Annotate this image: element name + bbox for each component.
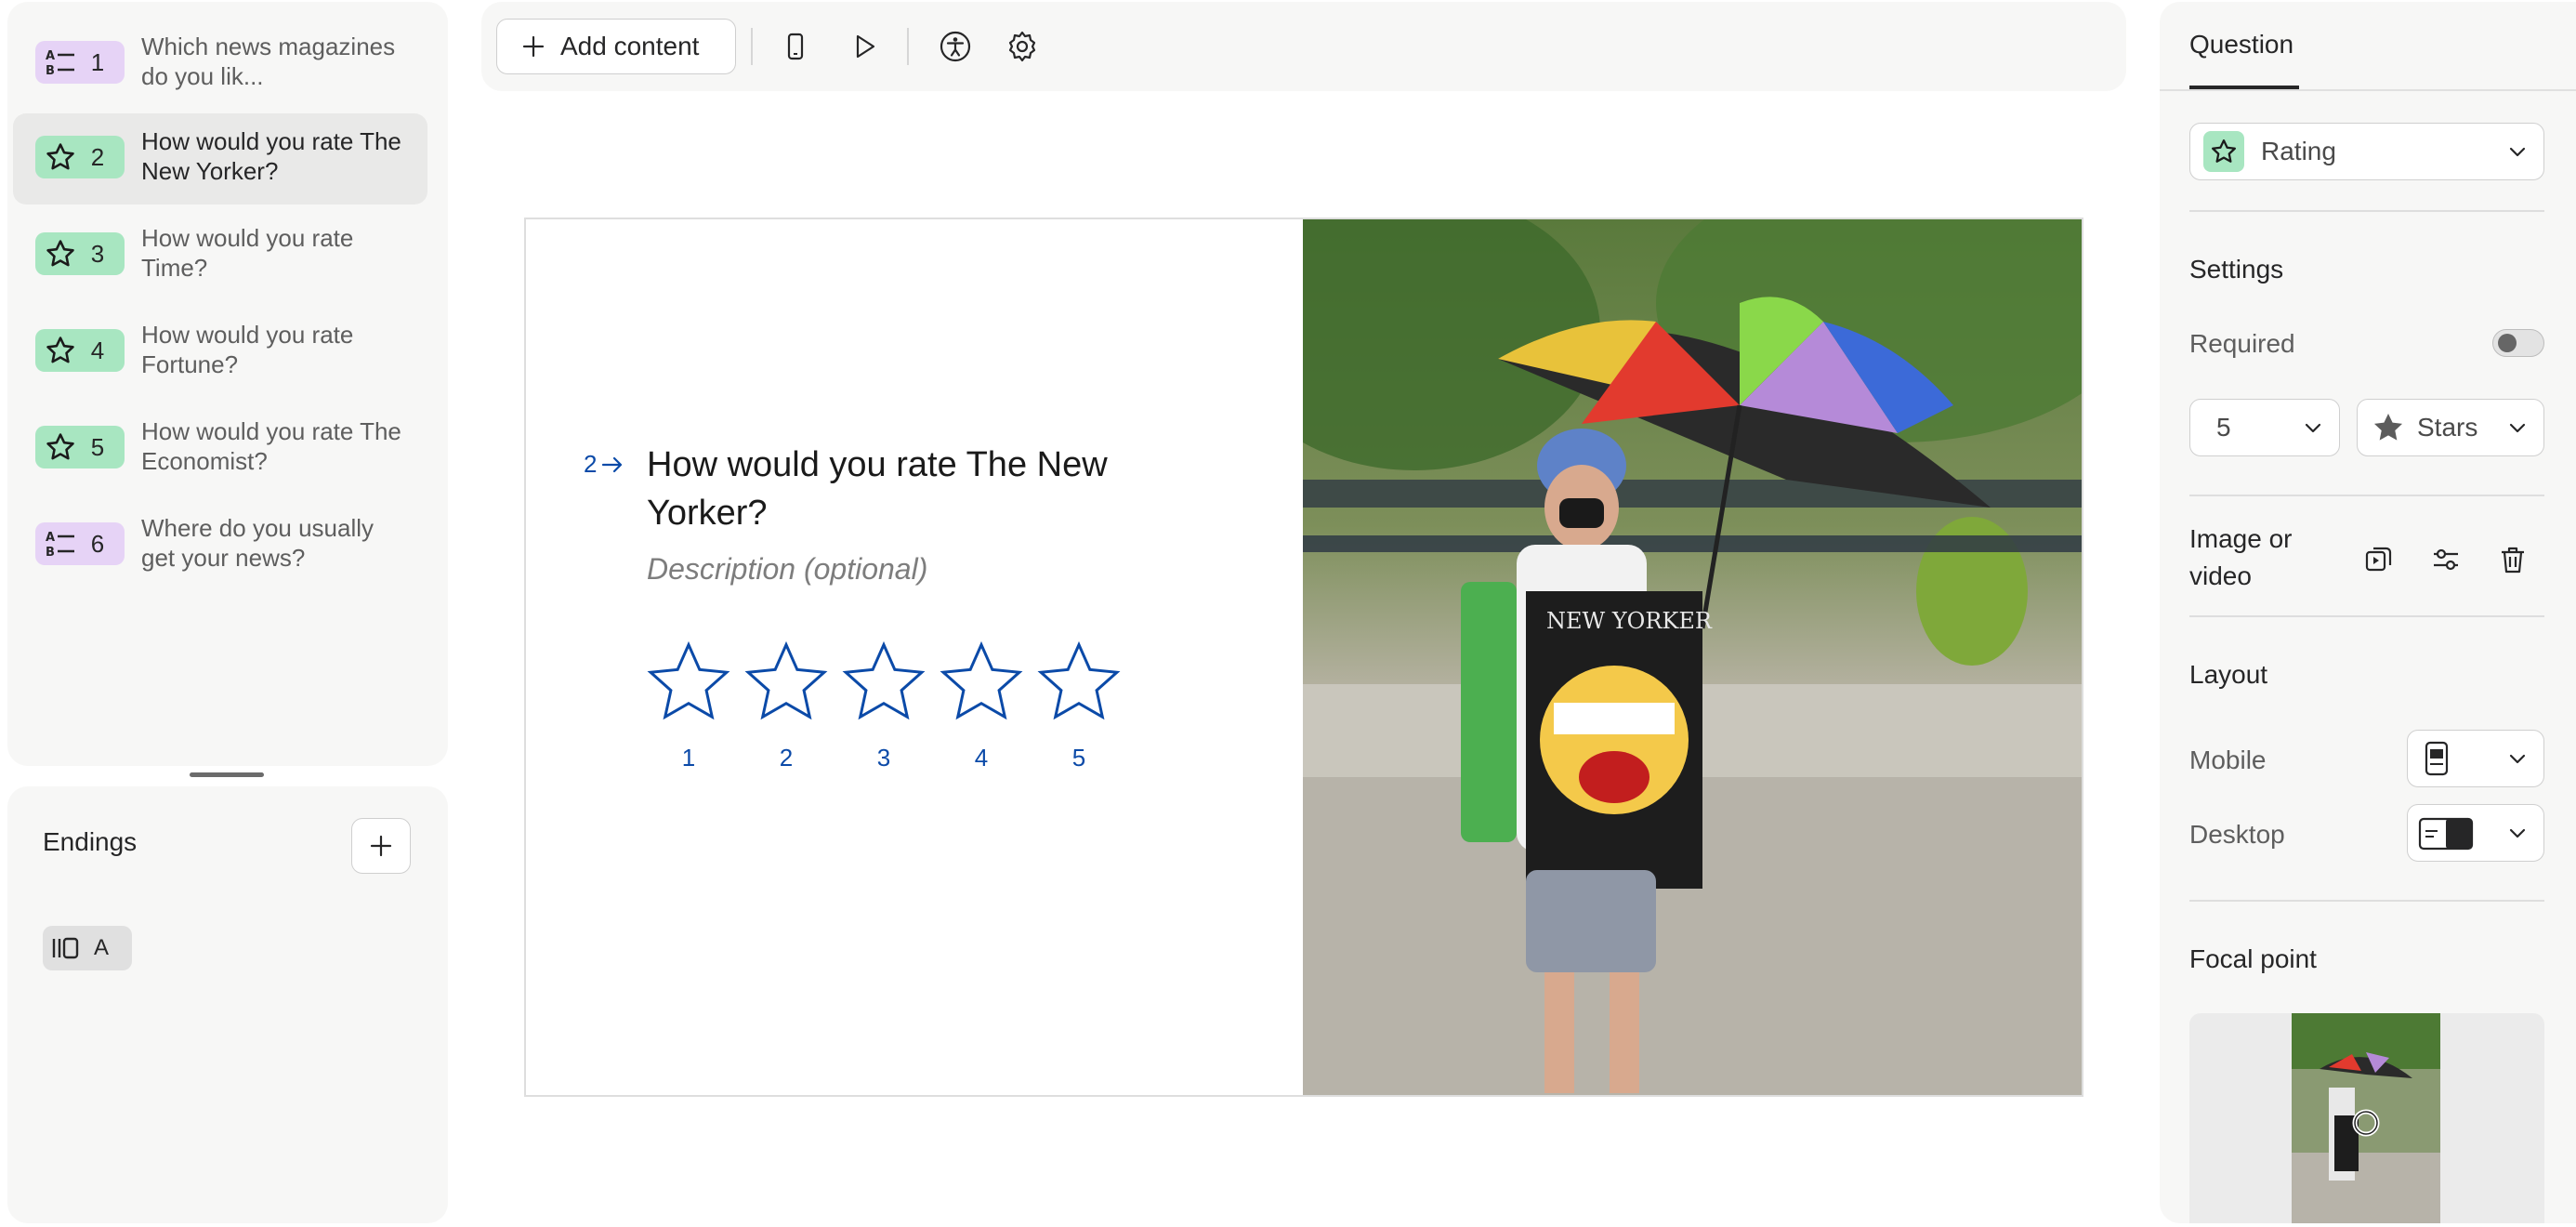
question-item-4[interactable]: 4 How would you rate Fortune? xyxy=(13,307,427,398)
add-content-button[interactable]: Add content xyxy=(496,19,736,74)
accessibility-icon[interactable] xyxy=(933,24,978,69)
question-item-text: How would you rate The Economist? xyxy=(141,417,401,475)
star-icon xyxy=(43,333,78,368)
arrow-right-icon xyxy=(602,456,623,472)
adjust-media-icon[interactable] xyxy=(2424,537,2468,582)
question-badge: 5 xyxy=(35,426,125,468)
rating-star-5[interactable] xyxy=(1035,640,1123,727)
divider xyxy=(2189,495,2544,496)
settings-gear-icon[interactable] xyxy=(1000,24,1045,69)
panel-resize-handle[interactable] xyxy=(190,772,264,777)
star-icon xyxy=(2203,131,2244,172)
question-item-text: How would you rate The New Yorker? xyxy=(141,127,401,185)
rating-label-4: 4 xyxy=(974,744,989,772)
focal-point-title: Focal point xyxy=(2189,944,2317,973)
divider xyxy=(2189,900,2544,902)
question-item-5[interactable]: 5 How would you rate The Economist? xyxy=(13,403,427,495)
question-title[interactable]: How would you rate The New Yorker? xyxy=(647,441,1167,537)
focal-point-picker[interactable] xyxy=(2189,1013,2544,1223)
svg-text:B: B xyxy=(46,64,55,78)
mobile-layout-icon xyxy=(2425,741,2449,776)
question-badge: 3 xyxy=(35,232,125,275)
question-item-text: How would you rate Time? xyxy=(141,224,354,282)
plus-icon xyxy=(370,835,392,857)
multiple-choice-icon: AB xyxy=(43,526,78,561)
desktop-label: Desktop xyxy=(2189,820,2285,849)
question-badge: AB 6 xyxy=(35,522,125,565)
question-item-1[interactable]: AB 1 Which news magazines do you lik... xyxy=(13,19,427,110)
settings-title: Settings xyxy=(2189,255,2284,284)
mobile-label: Mobile xyxy=(2189,745,2267,774)
star-icon xyxy=(43,429,78,465)
rating-label-1: 1 xyxy=(681,744,696,772)
multiple-choice-icon: AB xyxy=(43,45,78,80)
desktop-layout-select[interactable] xyxy=(2407,804,2544,862)
divider xyxy=(2189,210,2544,212)
layout-title: Layout xyxy=(2189,660,2268,689)
chevron-down-icon xyxy=(2509,147,2526,157)
delete-media-icon[interactable] xyxy=(2491,537,2535,582)
question-type-select[interactable]: Rating xyxy=(2189,123,2544,180)
ending-item-a[interactable]: A xyxy=(43,926,132,970)
plus-icon xyxy=(522,35,545,58)
mobile-layout-select[interactable] xyxy=(2407,730,2544,787)
question-number-indicator: 2 xyxy=(584,450,624,479)
question-badge: 4 xyxy=(35,329,125,372)
star-filled-icon xyxy=(2373,413,2403,441)
chevron-down-icon xyxy=(2305,423,2321,433)
required-toggle[interactable] xyxy=(2492,329,2544,357)
endings-title: Endings xyxy=(43,827,138,856)
svg-text:A: A xyxy=(46,49,55,63)
tab-divider xyxy=(2160,89,2576,91)
toolbar-separator xyxy=(907,28,909,65)
rating-star-1[interactable] xyxy=(645,640,732,727)
rating-label-5: 5 xyxy=(1071,744,1086,772)
question-item-2[interactable]: 2 How would you rate The New Yorker? xyxy=(13,113,427,204)
required-label: Required xyxy=(2189,329,2295,358)
star-icon xyxy=(43,139,78,175)
question-description-input[interactable]: Description (optional) xyxy=(647,552,927,587)
shape-select[interactable]: Stars xyxy=(2357,399,2544,456)
ending-screen-icon xyxy=(52,937,79,959)
question-badge: 2 xyxy=(35,136,125,178)
add-ending-button[interactable] xyxy=(351,818,411,874)
svg-text:NEW YORKER: NEW YORKER xyxy=(1546,608,1713,634)
svg-text:B: B xyxy=(46,546,55,560)
chevron-down-icon xyxy=(2509,828,2526,838)
rating-label-3: 3 xyxy=(876,744,891,772)
rating-star-4[interactable] xyxy=(938,640,1025,727)
question-item-text: Where do you usually get your news? xyxy=(141,514,375,572)
mobile-preview-icon[interactable] xyxy=(773,24,818,69)
svg-text:A: A xyxy=(46,531,55,545)
star-icon xyxy=(43,236,78,271)
image-or-video-label: Image or video xyxy=(2189,524,2293,590)
desktop-layout-icon xyxy=(2418,817,2474,851)
question-item-3[interactable]: 3 How would you rate Time? xyxy=(13,210,427,301)
toolbar-separator xyxy=(751,28,753,65)
play-icon[interactable] xyxy=(842,24,887,69)
rating-label-2: 2 xyxy=(779,744,794,772)
steps-select[interactable]: 5 xyxy=(2189,399,2340,456)
question-item-text: How would you rate Fortune? xyxy=(141,321,354,378)
divider xyxy=(2189,615,2544,617)
replace-media-icon[interactable] xyxy=(2357,537,2401,582)
question-item-text: Which news magazines do you lik... xyxy=(141,33,396,90)
chevron-down-icon xyxy=(2509,754,2526,764)
chevron-down-icon xyxy=(2509,423,2526,433)
question-image: NEW YORKER xyxy=(1303,219,2082,1095)
question-item-6[interactable]: AB 6 Where do you usually get your news? xyxy=(13,500,427,591)
rating-star-3[interactable] xyxy=(840,640,927,727)
rating-star-2[interactable] xyxy=(743,640,830,727)
question-badge: AB 1 xyxy=(35,41,125,84)
tab-question[interactable]: Question xyxy=(2189,30,2293,59)
